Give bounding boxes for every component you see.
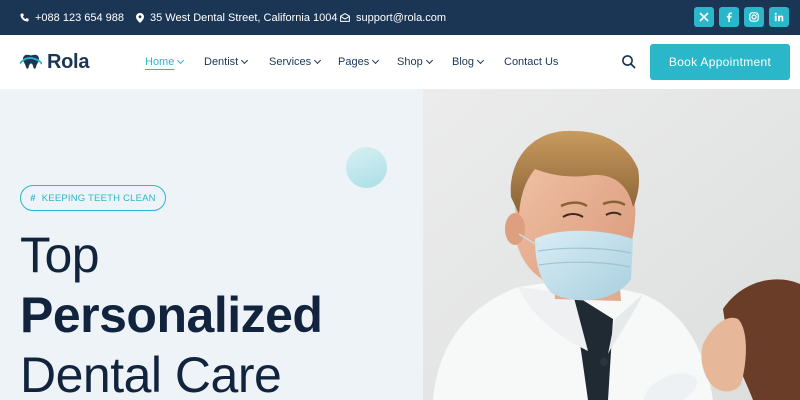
hero-tag-text: KEEPING TEETH CLEAN (41, 192, 156, 204)
nav-item-pages[interactable]: Pages (338, 35, 380, 89)
headline-line-3: Dental Care (20, 347, 282, 400)
nav-item-label: Contact Us (504, 56, 559, 68)
nav-item-home[interactable]: Home (145, 35, 185, 89)
nav-item-label: Blog (452, 56, 475, 68)
instagram-social-button[interactable] (744, 7, 764, 27)
facebook-social-button[interactable] (719, 7, 739, 27)
facebook-icon (726, 12, 732, 22)
chevron-down-icon (314, 56, 322, 65)
hero-tag-badge: # KEEPING TEETH CLEAN (20, 185, 166, 211)
search-button[interactable] (620, 53, 638, 71)
phone-number: +088 123 654 988 (35, 11, 125, 24)
hero-headline: Top Personalized Dental Care (20, 225, 323, 400)
nav-item-label: Home (145, 56, 175, 68)
email-address: support@rola.com (356, 11, 447, 24)
x-social-button[interactable] (694, 7, 714, 27)
brand-name: Rola (47, 50, 90, 73)
instagram-icon (749, 12, 759, 22)
top-info-bar: +088 123 654 988 35 West Dental Street, … (0, 0, 800, 35)
nav-item-shop[interactable]: Shop (397, 35, 433, 89)
nav-item-label: Shop (397, 56, 423, 68)
main-navbar: Rola Home Dentist Services Pages Shop Bl… (0, 35, 800, 89)
nav-item-contact-us[interactable]: Contact Us (504, 35, 558, 89)
nav-item-label: Dentist (204, 56, 239, 68)
nav-item-label: Services (269, 56, 312, 68)
location-pin-icon (136, 12, 144, 23)
chevron-down-icon (425, 56, 433, 65)
nav-item-blog[interactable]: Blog (452, 35, 485, 89)
email-info[interactable]: support@rola.com (340, 0, 446, 35)
tooth-logo-icon (20, 54, 42, 69)
headline-line-1: Top (20, 227, 100, 283)
hero-section: # KEEPING TEETH CLEAN Top Personalized D… (0, 89, 800, 400)
phone-icon (20, 13, 29, 22)
address-text: 35 West Dental Street, California 1004 (150, 11, 338, 24)
decorative-circle (346, 147, 387, 188)
chevron-down-icon (177, 56, 185, 65)
nav-item-label: Pages (338, 56, 370, 68)
chevron-down-icon (241, 56, 249, 65)
chevron-down-icon (372, 56, 380, 65)
search-icon (622, 55, 636, 69)
nav-item-dentist[interactable]: Dentist (204, 35, 249, 89)
linkedin-icon (774, 12, 784, 22)
dentist-illustration (423, 89, 800, 400)
x-icon (699, 12, 709, 22)
linkedin-social-button[interactable] (769, 7, 789, 27)
hero-photo-dentist (423, 89, 800, 400)
address-info: 35 West Dental Street, California 1004 (136, 0, 338, 35)
brand-logo[interactable]: Rola (20, 50, 89, 74)
book-appointment-button[interactable]: Book Appointment (650, 44, 790, 80)
chevron-down-icon (476, 56, 485, 65)
headline-line-2: Personalized (20, 287, 323, 343)
phone-info[interactable]: +088 123 654 988 (20, 0, 124, 35)
envelope-icon (340, 13, 350, 22)
nav-item-services[interactable]: Services (269, 35, 322, 89)
hash-icon: # (30, 192, 36, 204)
